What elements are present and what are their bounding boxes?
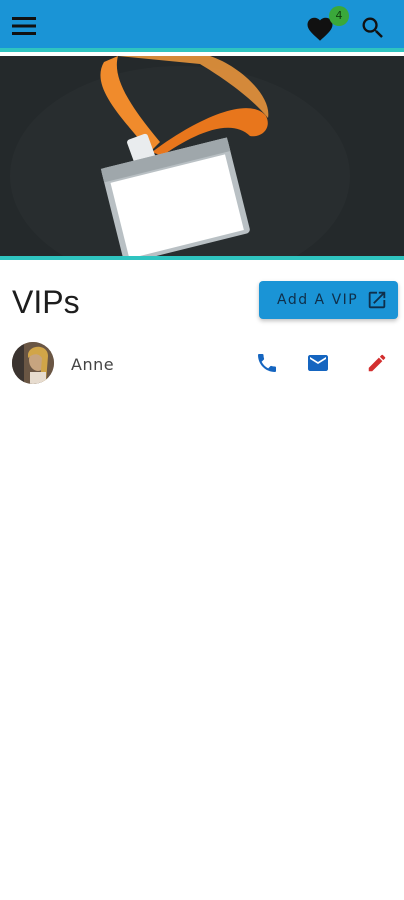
favorites-count-badge: 4 [329,6,349,26]
call-button[interactable] [254,350,280,376]
hero-image [0,56,404,260]
favorites-button[interactable]: 4 [302,6,349,44]
edit-button[interactable] [364,350,390,376]
open-in-new-icon [368,291,386,309]
mail-icon [308,355,328,371]
lanyard-badge-illustration [0,56,404,256]
add-vip-button[interactable]: Add A VIP [259,281,398,319]
hamburger-menu-icon [12,17,36,35]
pencil-icon [368,354,386,372]
list-item: Anne [0,338,404,390]
add-vip-button-label: Add A VIP [277,292,359,308]
vip-name[interactable]: Anne [71,355,114,374]
menu-button[interactable] [8,12,40,40]
avatar [12,342,54,384]
page-title: VIPs [12,284,80,320]
search-button[interactable] [356,12,390,44]
avatar-photo [12,342,54,384]
email-button[interactable] [305,350,331,376]
app-bar: 4 [0,0,404,52]
phone-icon [258,354,276,372]
search-icon [362,17,383,38]
